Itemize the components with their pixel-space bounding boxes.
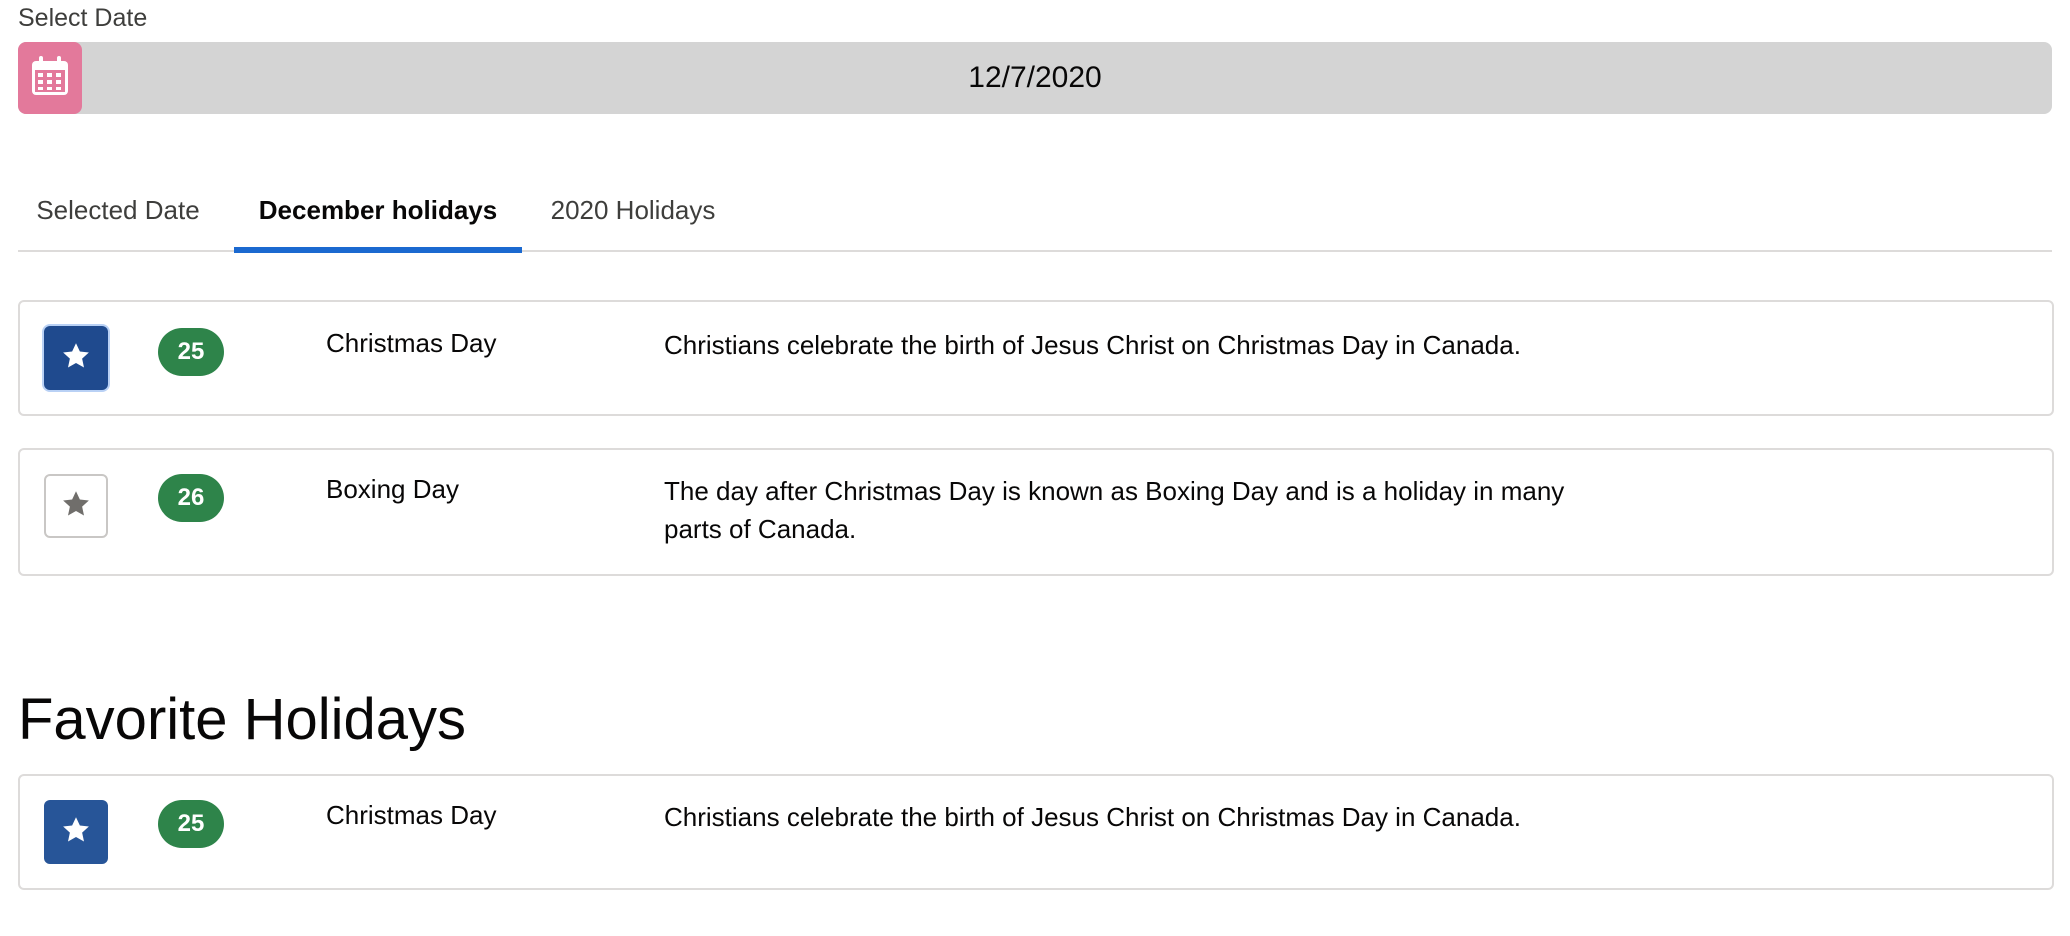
star-icon bbox=[61, 815, 91, 850]
favorite-toggle-button[interactable] bbox=[44, 474, 108, 538]
favorite-holiday-card: 25 Christmas Day Christians celebrate th… bbox=[18, 774, 2054, 890]
holiday-card: 25 Christmas Day Christians celebrate th… bbox=[18, 300, 2054, 416]
holiday-card: 26 Boxing Day The day after Christmas Da… bbox=[18, 448, 2054, 576]
holiday-description: The day after Christmas Day is known as … bbox=[664, 476, 1565, 544]
tab-selected-date[interactable]: Selected Date bbox=[18, 170, 218, 250]
holiday-name: Boxing Day bbox=[326, 474, 459, 504]
star-icon bbox=[61, 489, 91, 524]
day-badge: 25 bbox=[158, 800, 224, 848]
star-icon bbox=[61, 341, 91, 376]
holiday-name: Christmas Day bbox=[326, 800, 497, 830]
tab-december-holidays[interactable]: December holidays bbox=[234, 170, 522, 253]
select-date-label: Select Date bbox=[18, 4, 148, 32]
calendar-button[interactable] bbox=[18, 42, 82, 114]
holiday-description: Christians celebrate the birth of Jesus … bbox=[664, 330, 1521, 360]
day-badge: 25 bbox=[158, 328, 224, 376]
day-badge: 26 bbox=[158, 474, 224, 522]
date-picker[interactable]: 12/7/2020 bbox=[18, 42, 2052, 114]
favorite-holidays-title: Favorite Holidays bbox=[18, 687, 467, 752]
holiday-description: Christians celebrate the birth of Jesus … bbox=[664, 802, 1521, 832]
date-value[interactable]: 12/7/2020 bbox=[18, 42, 2052, 114]
calendar-icon bbox=[31, 55, 69, 101]
tab-2020-holidays[interactable]: 2020 Holidays bbox=[538, 170, 728, 250]
holiday-name: Christmas Day bbox=[326, 328, 497, 358]
favorite-toggle-button[interactable] bbox=[44, 326, 108, 390]
holiday-tabs: Selected Date December holidays 2020 Hol… bbox=[18, 170, 2052, 253]
favorite-toggle-button[interactable] bbox=[44, 800, 108, 864]
